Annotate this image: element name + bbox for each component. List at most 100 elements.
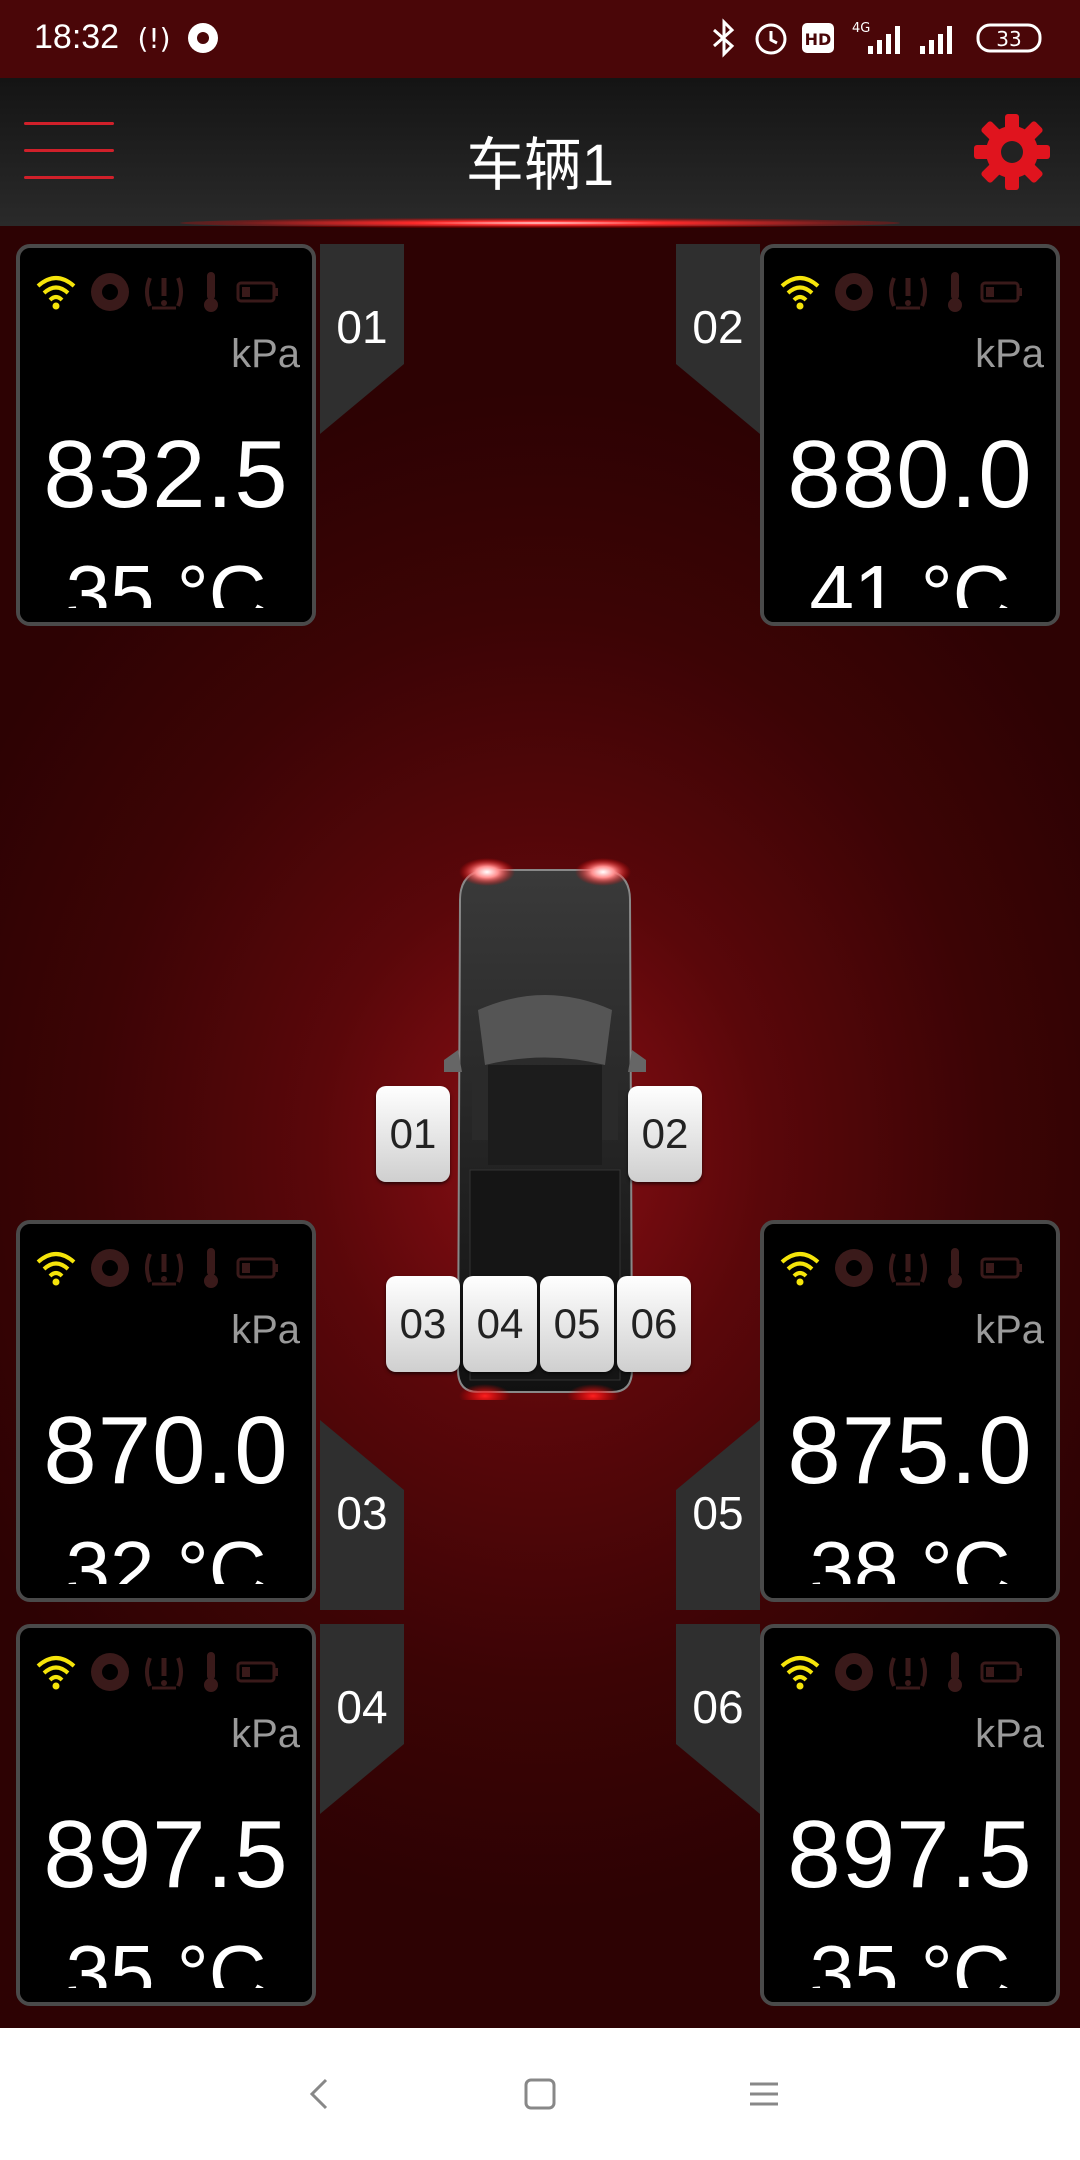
tire-tab-06: 06 (676, 1624, 760, 1814)
signal-icon (778, 272, 822, 312)
thermometer-icon (196, 1650, 226, 1694)
tire-alert-icon (142, 1246, 186, 1290)
signal-icon (34, 1248, 78, 1288)
svg-text:4G: 4G (852, 21, 870, 36)
tire-icon (88, 1246, 132, 1290)
back-icon (309, 2078, 328, 2110)
tire-icon (832, 270, 876, 314)
system-nav-bar (0, 2028, 1080, 2160)
back-button[interactable] (290, 2064, 350, 2124)
tire-tab-label: 01 (336, 301, 388, 353)
pressure-unit: kPa (975, 332, 1044, 376)
tire-tab-label: 04 (336, 1681, 388, 1733)
bluetooth-icon (710, 18, 738, 58)
thermometer-icon (940, 270, 970, 314)
battery-icon (236, 277, 280, 307)
signal-icon (34, 272, 78, 312)
app-header: 车辆1 (0, 78, 1080, 228)
tire-tab-05: 05 (676, 1420, 760, 1610)
tire-status-icons (34, 270, 280, 314)
tire-status-icons (778, 270, 1024, 314)
tire-pressure: 870.0 (43, 1397, 289, 1504)
tire-alert-icon (886, 1650, 930, 1694)
tire-alert-icon (886, 1246, 930, 1290)
signal-icon (34, 1652, 78, 1692)
tire-pressure: 897.5 (43, 1801, 289, 1908)
header-glow (180, 218, 900, 228)
battery-icon (980, 1657, 1024, 1687)
wheel-button-01[interactable]: 01 (376, 1086, 450, 1182)
thermometer-icon (940, 1246, 970, 1290)
menu-icon (750, 2082, 778, 2106)
battery-icon (980, 277, 1024, 307)
page-title: 车辆1 (465, 133, 615, 198)
wheel-button-05[interactable]: 05 (540, 1276, 614, 1372)
tire-tab-01: 01 (320, 244, 404, 434)
card-bottom-edge (20, 1988, 312, 2002)
card-bottom-edge (764, 1584, 1056, 1598)
signal-icon (778, 1652, 822, 1692)
thermometer-icon (196, 1246, 226, 1290)
tire-alert-icon (142, 1650, 186, 1694)
wheel-button-06[interactable]: 06 (617, 1276, 691, 1372)
wheel-button-03[interactable]: 03 (386, 1276, 460, 1372)
tire-icon (88, 1650, 132, 1694)
tire-alert-icon (142, 270, 186, 314)
tire-icon (832, 1650, 876, 1694)
home-button[interactable] (510, 2064, 570, 2124)
home-icon (524, 2078, 556, 2110)
pressure-unit: kPa (231, 332, 300, 376)
wheel-button-04[interactable]: 04 (463, 1276, 537, 1372)
tire-card-04[interactable]: kPa 897.5 35 °C (16, 1624, 316, 2006)
pressure-unit: kPa (975, 1712, 1044, 1756)
signal-icon (778, 1248, 822, 1288)
tire-alert-icon (886, 270, 930, 314)
tire-tab-label: 03 (336, 1487, 388, 1539)
tire-icon (88, 270, 132, 314)
status-time: 18:32 (34, 18, 120, 56)
signal-4g-icon: 4G (850, 18, 908, 58)
svg-text:HD: HD (805, 30, 832, 49)
card-bottom-edge (20, 1584, 312, 1598)
tire-card-06[interactable]: kPa 897.5 35 °C (760, 1624, 1060, 2006)
settings-button[interactable] (970, 110, 1054, 194)
tire-status-icons (34, 1650, 280, 1694)
tire-tab-03: 03 (320, 1420, 404, 1610)
tire-tab-label: 05 (692, 1487, 744, 1539)
tire-tab-label: 02 (692, 301, 744, 353)
app-icon (186, 18, 220, 58)
tire-tab-label: 06 (692, 1681, 744, 1733)
svg-text:33: 33 (996, 27, 1021, 51)
warning-icon: (!) (134, 18, 174, 58)
tire-card-01[interactable]: kPa 832.5 35 °C (16, 244, 316, 626)
tire-card-02[interactable]: kPa 880.0 41 °C (760, 244, 1060, 626)
tire-tab-02: 02 (676, 244, 760, 434)
hd-icon: HD (800, 18, 836, 58)
pressure-unit: kPa (231, 1308, 300, 1352)
pressure-unit: kPa (975, 1308, 1044, 1352)
tire-status-icons (34, 1246, 280, 1290)
card-bottom-edge (764, 1988, 1056, 2002)
tire-icon (832, 1246, 876, 1290)
card-bottom-edge (20, 608, 312, 622)
tire-tab-04: 04 (320, 1624, 404, 1814)
alarm-icon (752, 18, 790, 58)
recents-button[interactable] (734, 2064, 794, 2124)
thermometer-icon (940, 1650, 970, 1694)
battery-icon (236, 1253, 280, 1283)
svg-text:(!): (!) (137, 22, 170, 55)
card-bottom-edge (764, 608, 1056, 622)
wheel-button-02[interactable]: 02 (628, 1086, 702, 1182)
signal-icon (918, 18, 960, 58)
tire-card-05[interactable]: kPa 875.0 38 °C (760, 1220, 1060, 1602)
tire-status-icons (778, 1246, 1024, 1290)
tire-pressure: 897.5 (787, 1801, 1033, 1908)
gear-icon (974, 114, 1050, 190)
tire-pressure: 875.0 (787, 1397, 1033, 1504)
battery-icon: 33 (976, 18, 1046, 58)
tire-status-icons (778, 1650, 1024, 1694)
battery-icon (236, 1657, 280, 1687)
tire-card-03[interactable]: kPa 870.0 32 °C (16, 1220, 316, 1602)
tire-pressure: 832.5 (43, 421, 289, 528)
tire-pressure: 880.0 (787, 421, 1033, 528)
